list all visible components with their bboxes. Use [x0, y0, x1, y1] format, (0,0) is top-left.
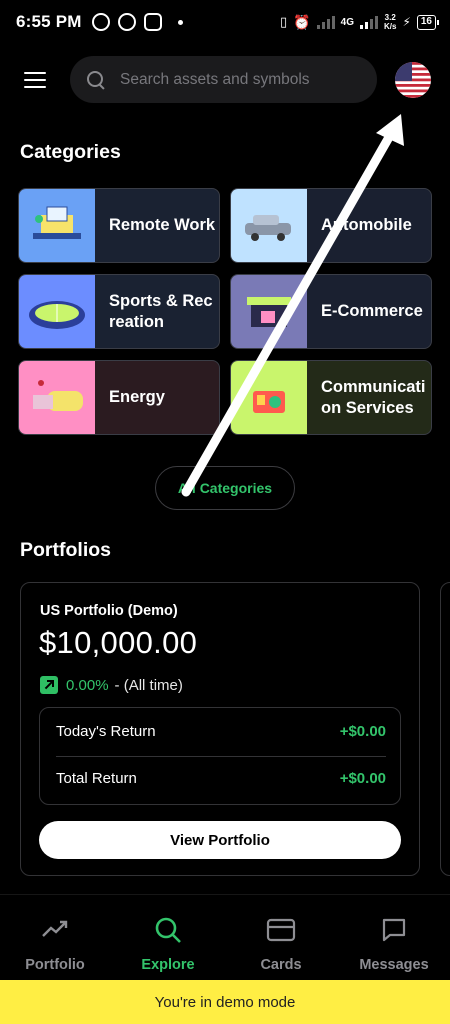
arrow-up-icon — [40, 676, 58, 694]
network-speed: 3.2 K/s — [383, 13, 397, 31]
stadium-illustration — [19, 275, 95, 348]
nav-label: Portfolio — [25, 957, 85, 973]
notification-dot-icon — [177, 19, 183, 25]
portfolio-change: 0.00% - (All time) — [40, 676, 183, 694]
search-bar[interactable] — [70, 56, 377, 103]
divider — [56, 756, 386, 757]
todays-return-row: Today's Return +$0.00 — [56, 723, 386, 740]
charging-icon: ⚡ — [402, 15, 411, 29]
top-header — [0, 56, 450, 104]
radio-illustration — [231, 361, 307, 434]
category-e-commerce[interactable]: E-Commerce — [230, 274, 432, 349]
category-label: Remote Work — [109, 216, 216, 234]
bottom-nav: Portfolio Explore Cards Messages — [0, 894, 450, 980]
remote-work-illustration — [19, 189, 95, 262]
category-automobile[interactable]: Automobile — [230, 188, 432, 263]
category-sports-recreation[interactable]: Sports & Recreation — [18, 274, 220, 349]
category-label: Automobile — [321, 216, 412, 234]
nav-label: Explore — [141, 957, 195, 973]
category-label: Sports & Recreation — [109, 291, 213, 331]
category-label: E-Commerce — [321, 302, 423, 320]
instagram-icon — [143, 13, 162, 31]
nav-label: Messages — [359, 957, 429, 973]
nav-label: Cards — [260, 957, 302, 973]
network-type: 4G — [340, 16, 354, 28]
nav-messages[interactable]: Messages — [344, 915, 444, 973]
returns-box: Today's Return +$0.00 Total Return +$0.0… — [39, 707, 401, 805]
change-period: - (All time) — [114, 676, 183, 694]
message-icon — [344, 915, 444, 945]
telegram-icon — [117, 13, 136, 31]
menu-icon[interactable] — [24, 72, 46, 88]
category-label: Communication Services — [321, 377, 426, 417]
category-energy[interactable]: Energy — [18, 360, 220, 435]
status-bar: 6:55 PM ▯ ⏰ 4G 3.2 K/s ⚡ 16 — [0, 0, 450, 44]
categories-title: Categories — [20, 141, 121, 163]
todays-return-value: +$0.00 — [339, 723, 386, 740]
battery-illustration — [19, 361, 95, 434]
todays-return-label: Today's Return — [56, 723, 156, 740]
signal-icon — [316, 15, 335, 29]
whatsapp-icon — [91, 13, 110, 31]
category-remote-work[interactable]: Remote Work — [18, 188, 220, 263]
status-time: 6:55 PM — [16, 12, 82, 31]
nav-portfolio[interactable]: Portfolio — [5, 915, 105, 973]
car-illustration — [231, 189, 307, 262]
portfolio-value: $10,000.00 — [39, 625, 198, 660]
nav-cards[interactable]: Cards — [231, 915, 331, 973]
portfolio-card[interactable]: US Portfolio (Demo) $10,000.00 0.00% - (… — [20, 582, 420, 876]
search-icon — [118, 915, 218, 945]
signal-icon-2 — [359, 15, 378, 29]
total-return-label: Total Return — [56, 770, 137, 787]
alarm-icon: ⏰ — [293, 13, 311, 30]
change-percent: 0.00% — [66, 676, 109, 694]
total-return-row: Total Return +$0.00 — [56, 770, 386, 787]
search-input[interactable] — [120, 70, 370, 89]
nav-explore[interactable]: Explore — [118, 915, 218, 973]
next-portfolio-card[interactable] — [440, 582, 450, 876]
card-icon — [231, 915, 331, 945]
category-label: Energy — [109, 388, 165, 406]
category-communication-services[interactable]: Communication Services — [230, 360, 432, 435]
view-portfolio-button[interactable]: View Portfolio — [39, 821, 401, 859]
battery-icon: 16 — [416, 14, 440, 30]
search-icon — [86, 70, 106, 90]
portfolio-name: US Portfolio (Demo) — [40, 603, 178, 619]
portfolios-title: Portfolios — [20, 539, 111, 561]
total-return-value: +$0.00 — [339, 770, 386, 787]
trend-icon — [5, 915, 105, 945]
vibrate-icon: ▯ — [280, 14, 288, 29]
us-flag-icon[interactable] — [395, 62, 431, 98]
demo-mode-banner: You're in demo mode — [0, 980, 450, 1024]
all-categories-button[interactable]: All Categories — [155, 466, 295, 510]
shop-illustration — [231, 275, 307, 348]
